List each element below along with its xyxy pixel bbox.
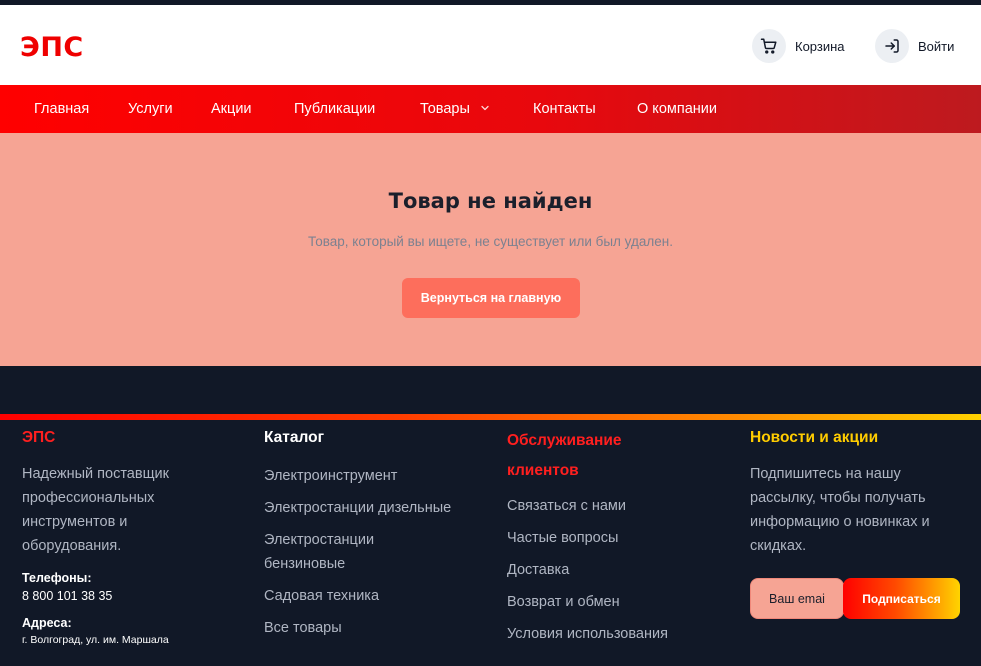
login-arrow-icon bbox=[875, 29, 909, 63]
phones-label: Телефоны: bbox=[22, 571, 92, 585]
footer-description-line: профессиональных bbox=[22, 490, 155, 506]
back-home-button[interactable]: Вернуться на главную bbox=[402, 278, 580, 318]
page-title: Товар не найден bbox=[388, 189, 593, 213]
footer-link-gasoline-generators[interactable]: Электростанции бензиновые bbox=[264, 528, 414, 576]
nav-item-publications[interactable]: Публикации bbox=[294, 85, 375, 133]
address-label: Адреса: bbox=[22, 616, 72, 630]
nav-item-promotions[interactable]: Акции bbox=[211, 85, 252, 133]
cart-label: Корзина bbox=[795, 38, 845, 54]
nav-item-products-label: Товары bbox=[420, 101, 470, 117]
not-found-section: Товар не найден Товар, который вы ищете,… bbox=[0, 133, 981, 366]
footer-news-line: скидках. bbox=[750, 538, 807, 554]
footer-description-line: инструментов и bbox=[22, 514, 128, 530]
footer-link-returns[interactable]: Возврат и обмен bbox=[507, 590, 717, 614]
site-header: ЭПС Корзина Войти bbox=[0, 5, 981, 85]
site-footer: ЭПС Надежный поставщик профессиональных … bbox=[0, 366, 981, 666]
footer-news-text: Подпишитесь на нашу рассылку, чтобы полу… bbox=[750, 462, 975, 558]
newsletter-email-input[interactable] bbox=[750, 578, 844, 619]
login-label: Войти bbox=[918, 38, 955, 54]
cart-button[interactable]: Корзина bbox=[752, 29, 845, 63]
nav-item-home[interactable]: Главная bbox=[34, 85, 89, 133]
site-logo[interactable]: ЭПС bbox=[20, 33, 84, 63]
chevron-down-icon bbox=[480, 85, 490, 133]
footer-news-line: информацию о новинках и bbox=[750, 514, 930, 530]
cart-icon bbox=[752, 29, 786, 63]
nav-item-products[interactable]: Товары bbox=[420, 85, 490, 133]
footer-link-garden-equipment[interactable]: Садовая техника bbox=[264, 584, 484, 608]
footer-news-title: Новости и акции bbox=[750, 429, 879, 446]
footer-link-diesel-generators[interactable]: Электростанции дизельные bbox=[264, 496, 484, 520]
footer-news-line: Подпишитесь на нашу bbox=[750, 466, 901, 482]
footer-link-delivery[interactable]: Доставка bbox=[507, 558, 717, 582]
footer-brand-description: Надежный поставщик профессиональных инст… bbox=[22, 462, 242, 558]
not-found-message: Товар, который вы ищете, не существует и… bbox=[308, 234, 673, 249]
footer-link-contact-us[interactable]: Связаться с нами bbox=[507, 494, 717, 518]
login-button[interactable]: Войти bbox=[875, 29, 954, 63]
footer-catalog-title: Каталог bbox=[264, 429, 325, 446]
footer-service-title-line: Обслуживание bbox=[507, 432, 622, 449]
footer-news-line: рассылку, чтобы получать bbox=[750, 490, 926, 506]
footer-brand-title: ЭПС bbox=[22, 429, 56, 446]
footer-brand-column: ЭПС Надежный поставщик профессиональных … bbox=[22, 426, 242, 648]
footer-news-column: Новости и акции Подпишитесь на нашу расс… bbox=[750, 426, 975, 558]
footer-link-terms[interactable]: Условия использования bbox=[507, 622, 717, 646]
main-nav: Главная Услуги Акции Публикации Товары К… bbox=[0, 85, 981, 133]
footer-description-line: Надежный поставщик bbox=[22, 466, 169, 482]
footer-service-title-line: клиентов bbox=[507, 462, 579, 479]
footer-service-title: Обслуживание клиентов bbox=[507, 426, 717, 486]
footer-catalog-column: Каталог Электроинструмент Электростанции… bbox=[264, 426, 484, 640]
nav-item-contacts[interactable]: Контакты bbox=[533, 85, 596, 133]
footer-gradient-line bbox=[0, 414, 981, 420]
footer-link-power-tools[interactable]: Электроинструмент bbox=[264, 464, 484, 488]
footer-service-column: Обслуживание клиентов Связаться с нами Ч… bbox=[507, 426, 717, 646]
nav-item-about[interactable]: О компании bbox=[637, 85, 717, 133]
phone-number[interactable]: 8 800 101 38 35 bbox=[22, 587, 242, 605]
address-text: г. Волгоград, ул. им. Маршала bbox=[22, 634, 169, 646]
nav-item-services[interactable]: Услуги bbox=[128, 85, 173, 133]
footer-description-line: оборудования. bbox=[22, 538, 122, 554]
footer-link-faq[interactable]: Частые вопросы bbox=[507, 526, 717, 550]
footer-link-all-products[interactable]: Все товары bbox=[264, 616, 484, 640]
subscribe-button[interactable]: Подписаться bbox=[843, 578, 960, 619]
